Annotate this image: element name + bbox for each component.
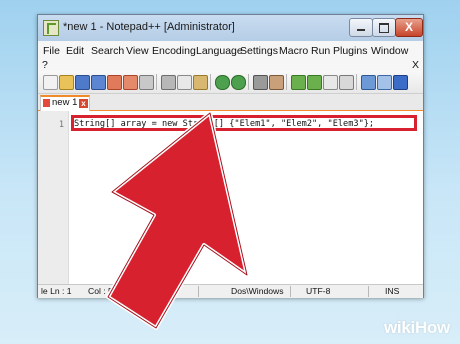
watermark-how: How	[414, 318, 450, 337]
pointer-arrow-icon	[106, 111, 249, 330]
watermark-wiki: wiki	[384, 318, 415, 337]
wikihow-watermark: wikiHow	[384, 318, 450, 338]
